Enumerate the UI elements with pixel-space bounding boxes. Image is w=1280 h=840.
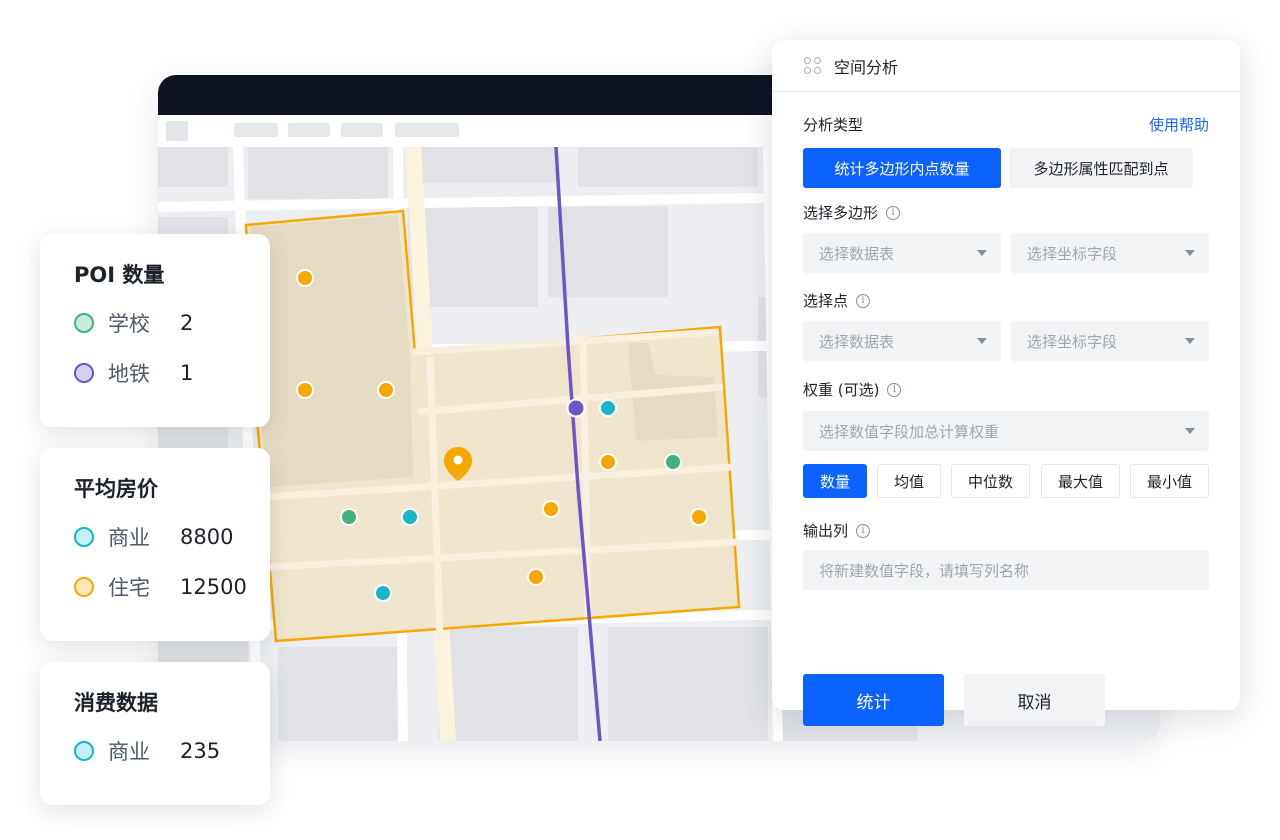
point-label: 选择点 i <box>803 290 871 311</box>
card-row: 地铁 1 <box>74 348 270 398</box>
school-poi <box>664 453 682 471</box>
point-table-select[interactable]: 选择数据表 <box>803 321 1001 361</box>
card-row-label: 住宅 <box>108 576 150 600</box>
card-row: 商业 235 <box>74 726 270 776</box>
count-points-in-polygon-button[interactable]: 统计多边形内点数量 <box>803 148 1001 188</box>
output-label: 输出列 i <box>803 520 871 541</box>
card-row-label: 商业 <box>108 740 150 764</box>
commercial-legend-dot <box>74 741 94 761</box>
card-row-value: 12500 <box>180 575 247 599</box>
residential-poi <box>599 453 617 471</box>
point-field-select[interactable]: 选择坐标字段 <box>1011 321 1209 361</box>
card-row-value: 235 <box>180 739 221 763</box>
output-column-input[interactable]: 将新建数值字段，请填写列名称 <box>803 550 1209 590</box>
card-title: 平均房价 <box>74 477 158 501</box>
select-placeholder: 选择数据表 <box>819 332 895 351</box>
residential-poi <box>377 381 395 399</box>
residential-poi <box>690 508 708 526</box>
residential-poi <box>296 381 314 399</box>
card-row: 商业 8800 <box>74 512 270 562</box>
agg-min-button[interactable]: 最小值 <box>1130 464 1209 498</box>
select-placeholder: 选择坐标字段 <box>1027 332 1118 351</box>
agg-median-button[interactable]: 中位数 <box>951 464 1030 498</box>
input-placeholder: 将新建数值字段，请填写列名称 <box>819 561 1030 580</box>
toolbar-menu-placeholder[interactable] <box>341 123 383 137</box>
analysis-type-label-text: 分析类型 <box>803 116 864 134</box>
polygon-field-select[interactable]: 选择坐标字段 <box>1011 233 1209 273</box>
card-title: 消费数据 <box>74 691 158 715</box>
analysis-type-label: 分析类型 <box>803 114 863 135</box>
school-legend-dot <box>74 313 94 333</box>
commercial-poi <box>599 399 617 417</box>
card-row-label: 地铁 <box>108 362 150 386</box>
poi-count-card: POI 数量 学校 2 地铁 1 <box>40 234 270 427</box>
consumption-data-card: 消费数据 商业 235 <box>40 662 270 805</box>
polygon-label: 选择多边形 i <box>803 202 901 223</box>
cancel-button[interactable]: 取消 <box>964 674 1105 726</box>
info-icon[interactable]: i <box>856 523 871 538</box>
select-placeholder: 选择坐标字段 <box>1027 244 1118 263</box>
avg-house-price-card: 平均房价 商业 8800 住宅 12500 <box>40 448 270 641</box>
card-row-label: 商业 <box>108 526 150 550</box>
residential-legend-dot <box>74 577 94 597</box>
output-label-text: 输出列 <box>803 522 849 540</box>
card-row: 住宅 12500 <box>74 562 270 612</box>
card-row-value: 8800 <box>180 525 234 549</box>
school-poi <box>340 508 358 526</box>
commercial-poi <box>374 584 392 602</box>
card-row: 学校 2 <box>74 298 270 348</box>
select-placeholder: 选择数据表 <box>819 244 895 263</box>
toolbar-menu-placeholder[interactable] <box>288 123 330 137</box>
commercial-legend-dot <box>74 527 94 547</box>
select-placeholder: 选择数值字段加总计算权重 <box>819 422 1000 441</box>
submit-stat-button[interactable]: 统计 <box>803 674 944 726</box>
caret-down-icon <box>977 250 987 256</box>
caret-down-icon <box>977 338 987 344</box>
toolbar-menu-placeholder[interactable] <box>234 123 278 137</box>
commercial-poi <box>401 508 419 526</box>
polygon-table-select[interactable]: 选择数据表 <box>803 233 1001 273</box>
residential-poi <box>527 568 545 586</box>
point-label-text: 选择点 <box>803 292 849 310</box>
caret-down-icon <box>1185 338 1195 344</box>
agg-max-button[interactable]: 最大值 <box>1041 464 1120 498</box>
spatial-analysis-panel: 空间分析 分析类型 使用帮助 统计多边形内点数量 多边形属性匹配到点 选择多边形… <box>772 40 1240 726</box>
info-icon[interactable]: i <box>856 293 871 308</box>
toolbar-logo-placeholder <box>166 121 188 141</box>
apps-grid-icon <box>804 56 822 75</box>
weight-field-select[interactable]: 选择数值字段加总计算权重 <box>803 411 1209 451</box>
polygon-label-text: 选择多边形 <box>803 204 879 222</box>
toolbar-menu-placeholder[interactable] <box>395 123 459 137</box>
residential-poi <box>296 269 314 287</box>
weight-label: 权重 (可选) i <box>803 379 902 400</box>
agg-count-button[interactable]: 数量 <box>803 464 867 498</box>
caret-down-icon <box>1185 428 1195 434</box>
card-title: POI 数量 <box>74 263 165 287</box>
info-icon[interactable]: i <box>886 205 901 220</box>
metro-legend-dot <box>74 363 94 383</box>
residential-poi <box>542 500 560 518</box>
panel-title: 空间分析 <box>834 57 899 77</box>
help-link[interactable]: 使用帮助 <box>1149 114 1209 135</box>
caret-down-icon <box>1185 250 1195 256</box>
panel-header: 空间分析 <box>772 40 1240 92</box>
card-row-value: 1 <box>180 361 194 385</box>
card-row-label: 学校 <box>108 312 150 336</box>
match-polygon-attributes-button[interactable]: 多边形属性匹配到点 <box>1009 148 1193 188</box>
info-icon[interactable]: i <box>887 382 902 397</box>
metro-station-poi <box>566 398 586 418</box>
card-row-value: 2 <box>180 311 194 335</box>
agg-mean-button[interactable]: 均值 <box>877 464 941 498</box>
weight-label-text: 权重 (可选) <box>803 381 880 399</box>
